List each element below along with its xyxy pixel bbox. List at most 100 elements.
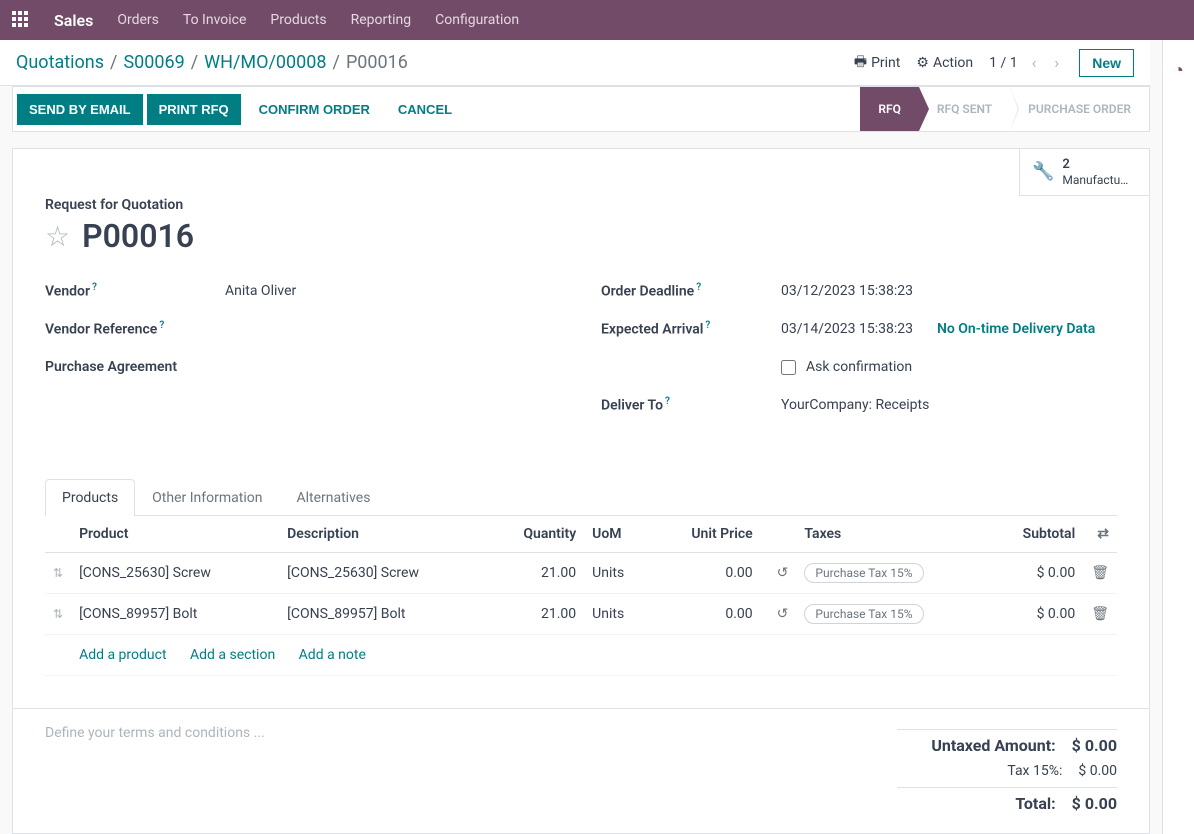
pager-text: 1 / 1	[989, 55, 1017, 71]
breadcrumb-mo[interactable]: WH/MO/00008	[204, 52, 326, 73]
status-rfq-sent[interactable]: RFQ SENT	[919, 87, 1010, 131]
tab-products[interactable]: Products	[45, 479, 135, 516]
cell-description[interactable]: [CONS_89957] Bolt	[279, 594, 487, 635]
tab-alternatives[interactable]: Alternatives	[279, 479, 387, 516]
breadcrumb-quotations[interactable]: Quotations	[16, 52, 104, 73]
deliver-to-label: Deliver To?	[601, 396, 781, 414]
cell-unit-price[interactable]: 0.00	[652, 594, 761, 635]
help-icon[interactable]: ?	[159, 320, 164, 331]
pager-prev[interactable]: ‹	[1028, 53, 1041, 72]
cell-product[interactable]: [CONS_25630] Screw	[71, 553, 279, 594]
vendor-value[interactable]: Anita Oliver	[225, 283, 561, 299]
vendor-label: Vendor?	[45, 282, 225, 300]
gear-icon: ⚙	[916, 55, 929, 71]
status-bar: RFQ RFQ SENT PURCHASE ORDER	[860, 87, 1149, 131]
col-description: Description	[279, 516, 487, 553]
col-uom: UoM	[584, 516, 652, 553]
terms-input[interactable]: Define your terms and conditions ...	[45, 725, 265, 741]
form-sheet: 🔧 2 Manufactu… Request for Quotation ☆ P…	[12, 148, 1150, 834]
menu-reporting[interactable]: Reporting	[351, 12, 412, 28]
app-brand[interactable]: Sales	[54, 11, 93, 30]
drag-handle-icon[interactable]: ⇅	[53, 566, 63, 580]
side-strip: ◔	[1162, 40, 1194, 834]
menu-to-invoice[interactable]: To Invoice	[183, 12, 247, 28]
pager-next[interactable]: ›	[1050, 53, 1063, 72]
action-bar: SEND BY EMAIL PRINT RFQ CONFIRM ORDER CA…	[12, 86, 1150, 132]
stat-value: 2	[1062, 157, 1128, 173]
help-icon[interactable]: ?	[705, 320, 710, 331]
cell-uom[interactable]: Units	[584, 553, 652, 594]
stat-manufacturing-button[interactable]: 🔧 2 Manufactu…	[1019, 149, 1149, 196]
print-button[interactable]: 🖶 Print	[854, 51, 901, 75]
tab-other-info[interactable]: Other Information	[135, 479, 279, 516]
drag-handle-icon[interactable]: ⇅	[53, 607, 63, 621]
ask-confirmation-label: Ask confirmation	[806, 359, 912, 375]
stat-label: Manufactu…	[1062, 173, 1128, 187]
expected-arrival-label: Expected Arrival?	[601, 320, 781, 338]
tax-label: Tax 15%:	[897, 763, 1062, 779]
order-deadline-value[interactable]: 03/12/2023 15:38:23	[781, 283, 1117, 299]
cell-description[interactable]: [CONS_25630] Screw	[279, 553, 487, 594]
purchase-agreement-label: Purchase Agreement	[45, 359, 225, 375]
topbar: Sales Orders To Invoice Products Reporti…	[0, 0, 1194, 40]
col-taxes: Taxes	[796, 516, 986, 553]
refresh-icon[interactable]: ↺	[777, 565, 789, 581]
action-button[interactable]: ⚙ Action	[916, 55, 973, 71]
cell-subtotal: $ 0.00	[987, 594, 1084, 635]
expected-arrival-value[interactable]: 03/14/2023 15:38:23	[781, 321, 913, 337]
print-label: Print	[871, 55, 900, 71]
refresh-icon[interactable]: ↺	[777, 606, 789, 622]
cell-product[interactable]: [CONS_89957] Bolt	[71, 594, 279, 635]
col-quantity: Quantity	[487, 516, 584, 553]
trash-icon[interactable]: 🗑	[1091, 606, 1109, 622]
tax-pill[interactable]: Purchase Tax 15%	[804, 563, 923, 583]
confirm-order-button[interactable]: CONFIRM ORDER	[245, 94, 384, 125]
clock-icon[interactable]: ◔	[1173, 60, 1184, 81]
status-rfq[interactable]: RFQ	[860, 87, 919, 131]
columns-options-icon[interactable]: ⇄	[1097, 526, 1109, 542]
add-product-link[interactable]: Add a product	[79, 647, 166, 663]
no-ontime-link[interactable]: No On-time Delivery Data	[937, 321, 1095, 337]
menu-configuration[interactable]: Configuration	[435, 12, 519, 28]
breadcrumb: Quotations / S00069 / WH/MO/00008 / P000…	[16, 52, 408, 73]
add-section-link[interactable]: Add a section	[190, 647, 275, 663]
send-email-button[interactable]: SEND BY EMAIL	[17, 94, 143, 125]
breadcrumb-current: P00016	[346, 52, 408, 73]
status-purchase-order[interactable]: PURCHASE ORDER	[1010, 87, 1149, 131]
help-icon[interactable]: ?	[665, 396, 670, 407]
cell-uom[interactable]: Units	[584, 594, 652, 635]
tax-value: $ 0.00	[1078, 763, 1117, 779]
trash-icon[interactable]: 🗑	[1091, 565, 1109, 581]
cancel-button[interactable]: CANCEL	[384, 94, 466, 125]
menu-products[interactable]: Products	[270, 12, 326, 28]
print-icon: 🖶	[854, 51, 867, 75]
table-row[interactable]: ⇅ [CONS_89957] Bolt [CONS_89957] Bolt 21…	[45, 594, 1117, 635]
col-subtotal: Subtotal	[987, 516, 1084, 553]
star-icon[interactable]: ☆	[45, 220, 70, 253]
cell-quantity[interactable]: 21.00	[487, 594, 584, 635]
breadcrumb-s00069[interactable]: S00069	[123, 52, 184, 73]
cell-unit-price[interactable]: 0.00	[652, 553, 761, 594]
totals: Untaxed Amount: $ 0.00 Tax 15%: $ 0.00 T…	[897, 725, 1117, 817]
help-icon[interactable]: ?	[92, 282, 97, 293]
breadcrumb-sep: /	[333, 52, 340, 73]
new-button[interactable]: New	[1079, 49, 1134, 77]
apps-icon[interactable]	[12, 11, 30, 29]
menu-orders[interactable]: Orders	[117, 12, 159, 28]
breadcrumb-sep: /	[191, 52, 198, 73]
table-row[interactable]: ⇅ [CONS_25630] Screw [CONS_25630] Screw …	[45, 553, 1117, 594]
pager: 1 / 1 ‹ ›	[989, 53, 1063, 72]
tax-pill[interactable]: Purchase Tax 15%	[804, 604, 923, 624]
add-note-link[interactable]: Add a note	[299, 647, 366, 663]
total-value: $ 0.00	[1072, 794, 1117, 813]
deliver-to-value[interactable]: YourCompany: Receipts	[781, 397, 1117, 413]
subtitle: Request for Quotation	[45, 197, 1117, 213]
untaxed-value: $ 0.00	[1072, 736, 1117, 755]
ask-confirmation-checkbox[interactable]	[781, 360, 796, 375]
action-label: Action	[933, 55, 973, 71]
order-deadline-label: Order Deadline?	[601, 282, 781, 300]
cell-quantity[interactable]: 21.00	[487, 553, 584, 594]
record-title: P00016	[82, 217, 194, 255]
print-rfq-button[interactable]: PRINT RFQ	[147, 94, 241, 125]
help-icon[interactable]: ?	[696, 282, 701, 293]
